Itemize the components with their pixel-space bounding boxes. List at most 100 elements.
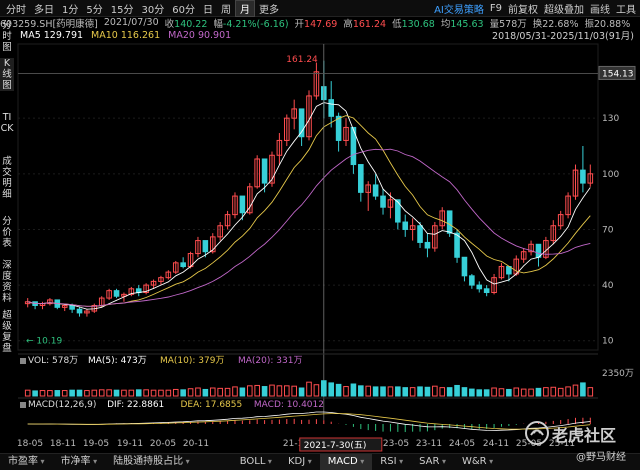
timeframe-tab[interactable]: 60分 <box>168 1 199 16</box>
volume-bar <box>424 386 431 397</box>
toolbar-tool[interactable]: 画线 <box>590 1 610 16</box>
timeframe-tab[interactable]: 月 <box>234 0 255 17</box>
volume-bar <box>106 389 112 397</box>
volume-bar <box>61 390 68 397</box>
volume-bar <box>543 387 549 397</box>
y-tick-label: 100 <box>602 170 619 180</box>
volume-bar <box>483 389 490 397</box>
volume-legend: VOL: 578万 <box>28 356 78 366</box>
sidebar-item[interactable]: 分价表 <box>0 216 14 249</box>
indicator-tab[interactable]: RSI <box>372 454 411 470</box>
avg-label: 均 <box>440 18 451 30</box>
volume-legend: MA(10): 379万 <box>160 356 224 366</box>
volume-bar <box>217 387 223 397</box>
toolbar-tool[interactable]: 前复权 <box>508 1 538 16</box>
sidebar-item[interactable]: 分时图 <box>0 20 14 53</box>
candle-body <box>580 169 586 184</box>
volume-bar <box>128 389 135 397</box>
close-value: 140.22 <box>174 18 208 30</box>
indicator-tab[interactable]: 陆股通持股占比 <box>105 454 198 470</box>
toolbar: 分时 多日 1分 5分 15分 30分 60分日周月更多 AI交易策略 F9 前复权 超级叠加 画线… <box>0 0 640 17</box>
volume-bar <box>491 387 497 397</box>
volume-bar <box>528 388 534 397</box>
cursor-date-label: 2021-7-30(五) <box>304 441 367 451</box>
quote-date: 2021/07/30 <box>103 17 159 28</box>
avg-value: 145.63 <box>450 18 484 30</box>
volume-bar <box>365 385 372 397</box>
timeframe-tab[interactable]: 周 <box>217 1 235 16</box>
candle-body <box>476 284 483 290</box>
volume-bar <box>121 389 127 397</box>
candle-body <box>69 304 75 310</box>
volume-bar <box>187 388 194 397</box>
timeframe-tab[interactable]: 多日 <box>30 1 58 16</box>
high-label: 高 <box>343 18 353 30</box>
volume-bar <box>557 387 564 397</box>
volume-bar <box>24 389 31 397</box>
volume-bar <box>446 387 453 397</box>
volume-bar <box>158 389 164 397</box>
high-price-label: 161.24 <box>286 55 318 65</box>
timeframe-tab[interactable]: 15分 <box>107 1 138 16</box>
timeframe-tab[interactable]: 30分 <box>137 1 168 16</box>
macd-legend: DEA: 17.6855 <box>181 400 243 410</box>
sidebar-item[interactable]: 超级复盘 <box>0 310 14 354</box>
volume-bar <box>565 386 571 397</box>
indicator-tab[interactable]: 市净率 <box>53 454 106 470</box>
x-tick-label: 18-05 <box>17 439 43 449</box>
watermark-brand: 老虎社区 <box>552 426 617 445</box>
chart-area[interactable]: 10 40 70 100 130 154.13 161.24 ← 10.19 VOL: 578万… <box>0 0 640 469</box>
volume-bar <box>461 387 468 397</box>
indicator-tab[interactable]: SAR <box>411 454 454 470</box>
indicator-tab[interactable]: BOLL <box>232 454 280 470</box>
x-tick-label: 23-11 <box>416 439 442 449</box>
volume-bar <box>276 385 283 397</box>
candle-body <box>180 262 186 268</box>
sidebar-item[interactable]: K线图 <box>0 58 14 91</box>
close-label: 收 <box>164 18 175 30</box>
volume-bar <box>395 386 401 397</box>
volume-bar <box>402 387 409 397</box>
timeframe-tab[interactable]: 日 <box>199 1 217 16</box>
volume-bar <box>232 386 238 397</box>
sidebar-item[interactable]: 成交明细 <box>0 156 14 200</box>
volume-legend: MA(5): 473万 <box>88 356 147 366</box>
ma10-value: 116.261 <box>120 29 161 41</box>
indicator-tab[interactable]: KDJ <box>280 454 320 470</box>
timeframe-tab[interactable]: 更多 <box>255 1 283 16</box>
timeframe-tabs: 分时 多日 1分 5分 15分 30分 60分日周月更多 <box>0 0 283 17</box>
ma5-label: MA5 <box>20 29 41 41</box>
candle-body <box>76 308 83 314</box>
candle-body <box>469 275 475 286</box>
volume-bar <box>84 390 90 397</box>
indicator-tab[interactable]: 市盈率 <box>0 454 53 470</box>
sidebar-item[interactable]: TICK <box>0 112 14 134</box>
sidebar-item[interactable]: 深度资料 <box>0 260 14 304</box>
watermark: 老虎社区 @野马财经 <box>524 420 634 468</box>
volume-bar <box>202 388 209 397</box>
volume-bar <box>283 385 290 397</box>
macd-legend: MACD: 10.4012 <box>254 400 324 410</box>
timeframe-tab[interactable]: 5分 <box>82 1 106 16</box>
indicator-tab[interactable]: MACD <box>319 454 373 470</box>
indicator-tab[interactable]: W&R <box>454 454 501 470</box>
low-price-label: ← 10.19 <box>26 336 62 346</box>
toolbar-tool[interactable]: F9 <box>490 3 502 14</box>
open-field: 开147.69 <box>295 16 338 30</box>
timeframe-tab[interactable]: 1分 <box>58 1 82 16</box>
toolbar-tool[interactable]: AI交易策略 <box>434 1 484 16</box>
toolbar-tool[interactable]: 工具 <box>616 1 636 16</box>
toolbar-tool[interactable]: 超级叠加 <box>544 1 584 16</box>
close-field: 收140.22 <box>165 16 208 30</box>
volume-gear-icon <box>20 358 26 364</box>
candle-body <box>202 240 209 253</box>
volume-bar <box>372 386 379 397</box>
volume-bar <box>439 387 446 397</box>
volume-bar <box>343 386 349 397</box>
app-window: 10 40 70 100 130 154.13 161.24 ← 10.19 VOL: 578万… <box>0 0 640 470</box>
left-sidebar: 分时图 K线图 TICK 成交明细分价表深度资料超级复盘 <box>0 20 16 354</box>
volume-bar <box>298 387 305 397</box>
candle-body <box>446 210 453 234</box>
timeframe-tab[interactable]: 分时 <box>2 1 30 16</box>
volume-legend: MA(20): 331万 <box>238 356 302 366</box>
